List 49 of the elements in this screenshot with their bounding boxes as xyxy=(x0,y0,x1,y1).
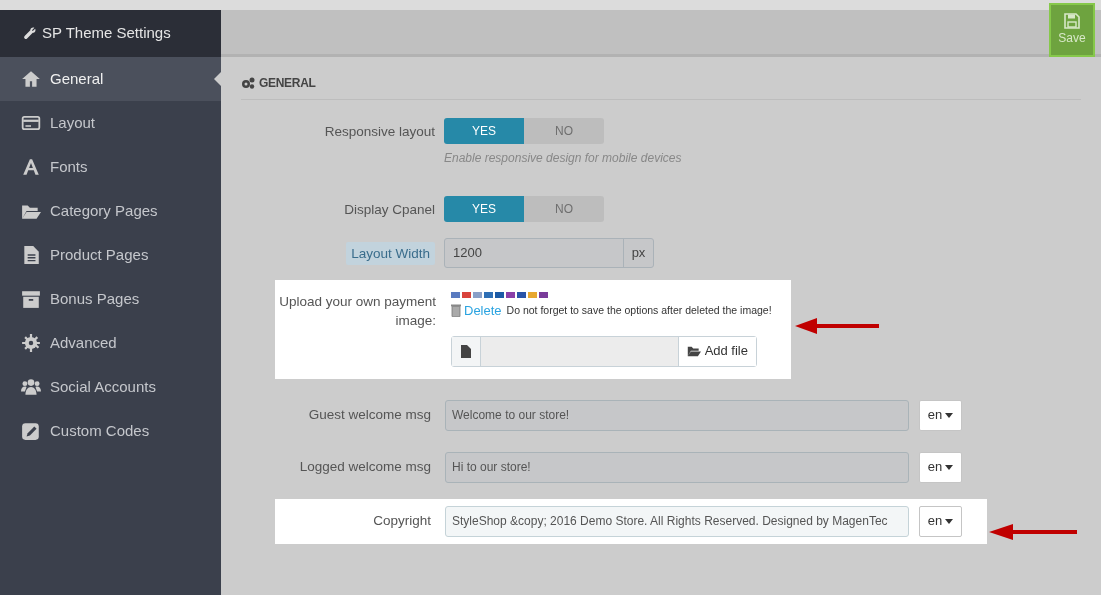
field-label: Responsive layout xyxy=(324,123,435,141)
caret-icon xyxy=(945,464,954,470)
field-label: Upload your own payment image: xyxy=(279,294,436,328)
width-input[interactable]: 1200 xyxy=(445,239,623,267)
settings-icon xyxy=(21,333,41,353)
text-field[interactable]: Hi to our store! xyxy=(445,451,909,483)
caret-icon xyxy=(945,518,954,524)
wrench-icon xyxy=(23,27,36,40)
text-field[interactable]: StyleShop &copy; 2016 Demo Store. All Rights Reserved. Designed by MagenTec xyxy=(445,505,909,537)
field-label: Display Cpanel xyxy=(344,201,435,219)
sidebar-item[interactable]: Social Accounts xyxy=(0,365,221,409)
pencil-icon xyxy=(21,421,41,441)
sidebar-item[interactable]: Bonus Pages xyxy=(0,277,221,321)
trash-icon xyxy=(451,304,461,318)
sidebar-item[interactable]: General xyxy=(0,57,221,101)
toggle-option[interactable]: YES xyxy=(444,196,524,222)
width-field[interactable]: 1200 px xyxy=(444,238,654,268)
sidebar-item[interactable]: Category Pages xyxy=(0,189,221,233)
field-label: Guest welcome msg xyxy=(308,406,431,422)
sidebar-item[interactable]: Advanced xyxy=(0,321,221,365)
language-dropdown[interactable]: en xyxy=(919,505,962,537)
caret-icon xyxy=(945,412,954,418)
card-icon xyxy=(21,113,41,133)
gears-icon xyxy=(241,77,255,89)
hint-text: Enable responsive design for mobile devices xyxy=(444,150,682,167)
text-field[interactable]: Welcome to our store! xyxy=(445,399,909,431)
arrow-icon xyxy=(795,317,879,335)
document-icon xyxy=(21,245,41,265)
box-icon xyxy=(21,289,41,309)
field-label: Copyright xyxy=(373,512,431,528)
language-dropdown[interactable]: en xyxy=(919,451,962,483)
floppy-icon xyxy=(1064,13,1080,29)
users-icon xyxy=(21,377,41,397)
sidebar-title: SP Theme Settings xyxy=(42,23,171,44)
arrow-icon xyxy=(989,523,1077,541)
note-text: Do not forget to save the options after deleted the image! xyxy=(506,302,772,318)
sidebar-item[interactable]: Fonts xyxy=(0,145,221,189)
sidebar-item[interactable]: Custom Codes xyxy=(0,409,221,453)
field-label: Logged welcome msg xyxy=(299,458,431,474)
section-title: GENERAL xyxy=(259,75,316,92)
unit-label: px xyxy=(623,239,653,267)
letter-icon xyxy=(21,157,41,177)
pointer-icon xyxy=(214,72,221,86)
toggle-option[interactable]: YES xyxy=(444,118,524,144)
sidebar-item[interactable]: Layout xyxy=(0,101,221,145)
home-icon xyxy=(21,69,41,89)
language-dropdown[interactable]: en xyxy=(919,399,962,431)
field-label: Layout Width xyxy=(346,241,435,265)
sidebar-item[interactable]: Product Pages xyxy=(0,233,221,277)
